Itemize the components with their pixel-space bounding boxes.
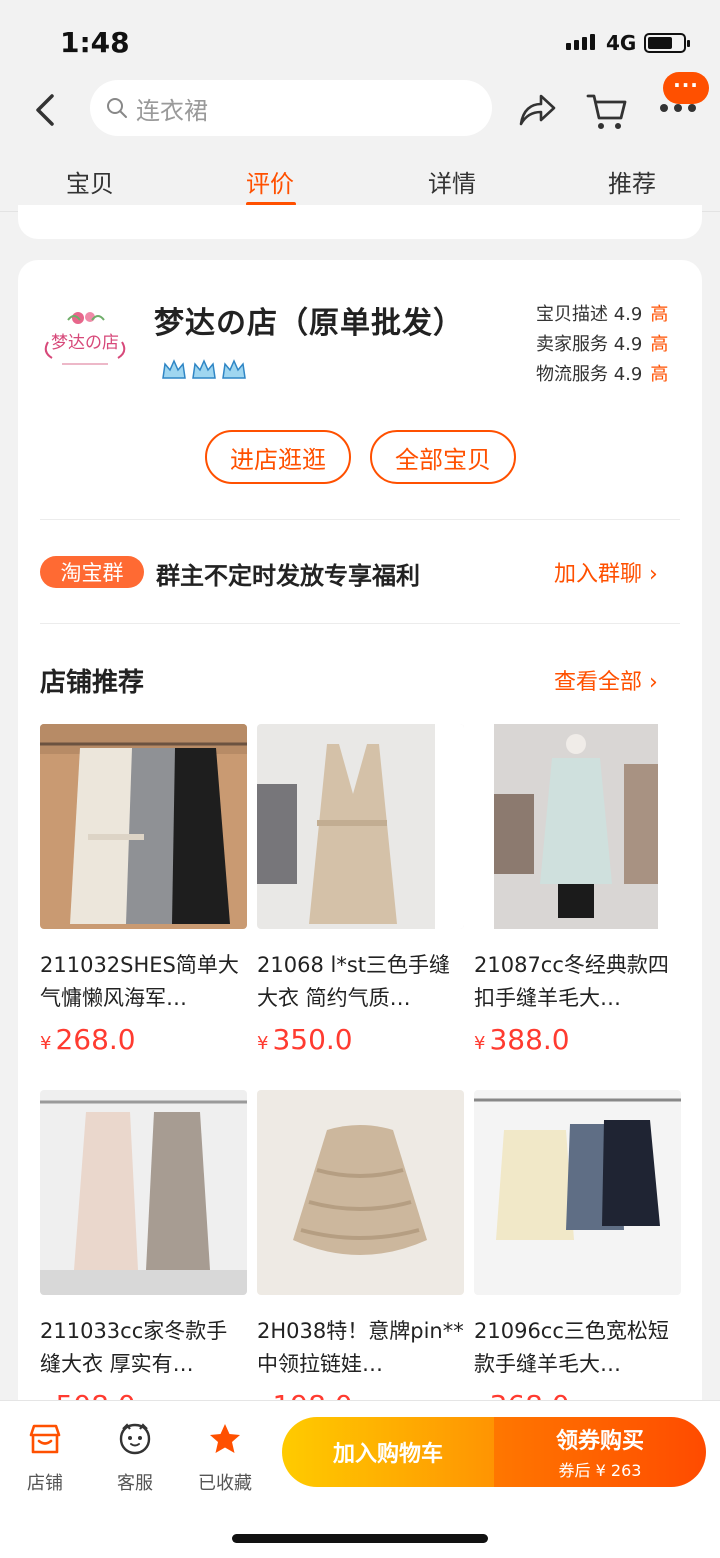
shop-logo[interactable]: 梦达の店 [40, 308, 130, 384]
buy-main-label: 领券购买 [555, 1429, 644, 1454]
crown-icon [222, 359, 246, 379]
favorite-label: 已收藏 [198, 1473, 252, 1494]
customer-service-button[interactable]: 客服 [100, 1421, 170, 1495]
product-image [257, 724, 464, 929]
home-indicator [232, 1534, 488, 1543]
view-all-label: 查看全部 [554, 670, 643, 695]
rating-logistics: 物流服务 4.9 高 [536, 364, 669, 385]
chevron-right-icon: › [649, 670, 658, 695]
search-input[interactable]: 连衣裙 [90, 80, 492, 136]
product-image [257, 1090, 464, 1295]
back-icon[interactable] [28, 90, 64, 130]
share-icon[interactable] [517, 92, 557, 128]
product-image [474, 724, 681, 929]
product-card[interactable]: 211033cc家冬款手缝大衣 厚实有… ¥508.0 [40, 1090, 247, 1420]
product-card[interactable]: 21068 l*st三色手缝大衣 简约气质… ¥350.0 [257, 724, 464, 1056]
product-price: ¥388.0 [474, 1023, 570, 1056]
divider [40, 519, 680, 520]
product-title: 21096cc三色宽松短款手缝羊毛大… [474, 1319, 669, 1376]
shop-logo-text: 梦达の店 [51, 333, 119, 353]
chevron-right-icon: › [649, 562, 658, 587]
product-title: 21068 l*st三色手缝大衣 简约气质… [257, 953, 450, 1010]
battery-icon [644, 33, 690, 53]
search-icon [107, 98, 127, 118]
rating-service: 卖家服务 4.9 高 [536, 334, 669, 355]
product-card[interactable]: 21087cc冬经典款四扣手缝羊毛大… ¥388.0 [474, 724, 681, 1056]
favorite-button[interactable]: 已收藏 [190, 1421, 260, 1495]
tab-recommend[interactable]: 推荐 [608, 164, 656, 199]
join-group-label: 加入群聊 [554, 562, 643, 587]
join-group-link[interactable]: 加入群聊 › [554, 556, 658, 588]
shop-level-crowns [160, 356, 248, 384]
product-price: ¥268.0 [40, 1023, 136, 1056]
group-text: 群主不定时发放专享福利 [156, 562, 420, 590]
product-card[interactable]: 211032SHES简单大气慵懒风海军… ¥268.0 [40, 724, 247, 1056]
product-title: 21087cc冬经典款四扣手缝羊毛大… [474, 953, 669, 1010]
all-items-button[interactable]: 全部宝贝 [370, 430, 516, 484]
tab-details[interactable]: 详情 [428, 164, 476, 199]
product-price: ¥350.0 [257, 1023, 353, 1056]
message-badge[interactable]: ··· [663, 72, 709, 104]
buy-sub-label: 券后 ¥ 263 [558, 1461, 642, 1480]
shop-tab-button[interactable]: 店铺 [10, 1421, 80, 1495]
recommend-title: 店铺推荐 [40, 668, 145, 698]
tab-items[interactable]: 宝贝 [66, 164, 114, 199]
shop-tab-label: 店铺 [27, 1473, 63, 1494]
purchase-buttons: 加入购物车 领券购买 券后 ¥ 263 [282, 1417, 706, 1487]
status-bar: 1:48 4G [0, 0, 720, 80]
status-time: 1:48 [60, 26, 130, 59]
crown-icon [192, 359, 216, 379]
crown-icon [162, 359, 186, 379]
signal-icon [566, 34, 595, 50]
star-icon [210, 1424, 240, 1453]
customer-service-icon [119, 1423, 151, 1455]
view-all-link[interactable]: 查看全部 › [554, 664, 658, 696]
shop-icon [29, 1424, 61, 1454]
product-image [474, 1090, 681, 1295]
product-image [40, 724, 247, 929]
product-title: 211033cc家冬款手缝大衣 厚实有… [40, 1319, 228, 1376]
buy-with-coupon-button[interactable]: 领券购买 券后 ¥ 263 [494, 1417, 706, 1487]
nav-bar: 连衣裙 [0, 80, 720, 140]
search-placeholder: 连衣裙 [136, 96, 208, 125]
previous-card-bottom [18, 205, 702, 239]
customer-service-label: 客服 [117, 1473, 153, 1494]
tab-reviews[interactable]: 评价 [246, 164, 294, 199]
group-badge: 淘宝群 [40, 556, 144, 588]
shop-card: 梦达の店 梦达の店（原单批发） 宝贝描述 4.9 高 卖家服务 4.9 高 物流服务… [18, 260, 702, 1420]
product-title: 211032SHES简单大气慵懒风海军… [40, 953, 239, 1010]
shop-name[interactable]: 梦达の店（原单批发） [154, 298, 464, 342]
product-card[interactable]: 21096cc三色宽松短款手缝羊毛大… ¥368.0 [474, 1090, 681, 1420]
add-to-cart-button[interactable]: 加入购物车 [282, 1417, 494, 1487]
visit-shop-button[interactable]: 进店逛逛 [205, 430, 351, 484]
network-label: 4G [606, 31, 637, 55]
tab-bar: 宝贝 评价 详情 推荐 [0, 150, 720, 212]
product-title: 2H038特！意牌pin** 中领拉链娃… [257, 1319, 464, 1376]
divider [40, 623, 680, 624]
product-image [40, 1090, 247, 1295]
rating-description: 宝贝描述 4.9 高 [536, 304, 669, 325]
shop-ratings: 宝贝描述 4.9 高 卖家服务 4.9 高 物流服务 4.9 高 [536, 300, 668, 390]
product-card[interactable]: 2H038特！意牌pin** 中领拉链娃… ¥198.0 [257, 1090, 464, 1420]
cart-icon[interactable] [586, 92, 628, 132]
